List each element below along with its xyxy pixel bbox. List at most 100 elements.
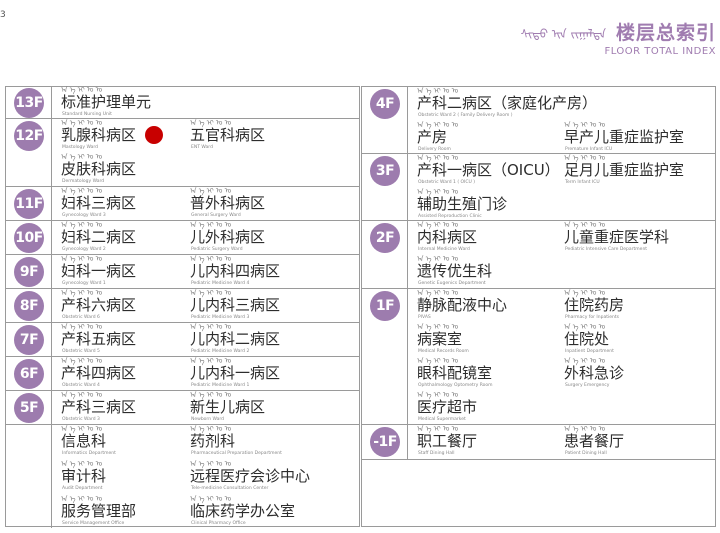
dept-name-en: Pediatric Intensive Care Department: [565, 247, 648, 252]
dept-name-en: Gynecology Ward 2: [62, 247, 106, 252]
dept-name-en: Genetic Eugenics Department: [418, 281, 486, 286]
floor-badge-cell: -1F: [362, 425, 408, 459]
corner-mark: 3: [0, 10, 6, 20]
dept-name: 五官科病区: [190, 126, 266, 144]
dept-name: 产科二病区（家庭化产房）: [417, 94, 598, 112]
floor-badge: -1F: [370, 427, 400, 457]
dept-name-en: ENT Ward: [191, 145, 213, 150]
dept-name-en: Service Management Office: [62, 521, 125, 526]
dept-name: 患者餐厅: [564, 432, 625, 450]
floor-badge-cell: 12F: [6, 119, 52, 186]
dept-name: 儿外科病区: [190, 228, 266, 246]
floor-badge-cell: 10F: [6, 221, 52, 254]
dept-name-en: Patient Dining Hall: [565, 451, 607, 456]
floor-badge: 1F: [370, 291, 400, 321]
dept-name-en: Delivery Room: [418, 147, 451, 152]
dept-name-en: Pharmacy for Inpatients: [565, 315, 619, 320]
dept-name-en: Mastology Ward: [62, 145, 99, 150]
floor-row: 2F ᠠ ᠡ ᠢ ᠣ ᠤ 内科病区 Internal Medicine Ward…: [362, 221, 715, 289]
dept-name-en: Premature Infant ICU: [565, 147, 613, 152]
floor-badge-cell: 4F: [362, 87, 408, 153]
floor-badge-cell: 1F: [362, 289, 408, 424]
dept-name-en: Medical Supermarket: [418, 417, 466, 422]
dept-name-en: Internal Medicine Ward: [418, 247, 470, 252]
dept-name: 审计科: [61, 467, 107, 485]
floor-row: 12F ᠠ ᠡ ᠢ ᠣ ᠤ 乳腺科病区 Mastology Ward ᠠ ᠡ ᠢ…: [6, 119, 359, 187]
dept-name: 妇科二病区: [61, 228, 137, 246]
dept-name: 静脉配液中心: [417, 296, 508, 314]
floor-badge: 4F: [370, 89, 400, 119]
floor-badge-cell: 8F: [6, 289, 52, 322]
floor-badge-cell: 7F: [6, 323, 52, 356]
dept-name-en: Pediatric Medicine Ward 3: [191, 315, 250, 320]
floor-row: 6F ᠠ ᠡ ᠢ ᠣ ᠤ 产科四病区 Obstetric Ward 4 ᠠ ᠡ …: [6, 357, 359, 391]
dept-name-en: Inpatient Department: [565, 349, 614, 354]
floor-badge-cell: 5F: [6, 391, 52, 424]
dept-name: 儿内科四病区: [190, 262, 281, 280]
floor-badge: 8F: [14, 290, 44, 321]
dept-name-en: Assisted Reproduction Clinic: [418, 214, 482, 219]
floor-row: -1F ᠠ ᠡ ᠢ ᠣ ᠤ 职工餐厅 Staff Dining Hall ᠠ ᠡ…: [362, 425, 715, 460]
floor-row: 8F ᠠ ᠡ ᠢ ᠣ ᠤ 产科六病区 Obstetric Ward 6 ᠠ ᠡ …: [6, 289, 359, 323]
floor-badge-cell: 3F: [362, 154, 408, 220]
floor-badge-cell: 9F: [6, 255, 52, 288]
page-subtitle: FLOOR TOTAL INDEX: [604, 46, 716, 57]
floor-badge: 12F: [14, 121, 44, 151]
dept-name: 眼科配镜室: [417, 364, 493, 382]
floor-badge: 11F: [14, 188, 44, 219]
floor-row: 4F ᠠ ᠡ ᠢ ᠣ ᠤ 产科二病区（家庭化产房） Obstetric Ward…: [362, 87, 715, 154]
dept-name-en: Surgery Emergency: [565, 383, 610, 388]
dept-name: 皮肤科病区: [61, 160, 137, 178]
dept-name-en: PIVAS: [418, 315, 431, 320]
floor-row: 9F ᠠ ᠡ ᠢ ᠣ ᠤ 妇科一病区 Gynecology Ward 1 ᠠ ᠡ…: [6, 255, 359, 289]
dept-name-en: Medical Records Room: [418, 349, 469, 354]
dept-name: 职工餐厅: [417, 432, 478, 450]
floor-row: 11F ᠠ ᠡ ᠢ ᠣ ᠤ 妇科三病区 Gynecology Ward 3 ᠠ …: [6, 187, 359, 221]
dept-name-en: Obstetric Ward 2 ( Family Delivery Room …: [418, 113, 513, 118]
dept-name-en: Pediatric Surgery Ward: [191, 247, 243, 252]
dept-name: 产科五病区: [61, 330, 137, 348]
dept-name: 外科急诊: [564, 364, 625, 382]
dept-name: 药剂科: [190, 432, 236, 450]
dept-name-en: Informatics Department: [62, 451, 116, 456]
dept-name: 足月儿重症监护室: [564, 161, 685, 179]
dept-name-en: Obstetric Ward 6: [62, 315, 100, 320]
floor-row: 1F ᠠ ᠡ ᠢ ᠣ ᠤ 静脉配液中心 PIVAS ᠠ ᠡ ᠢ ᠣ ᠤ 住院药房…: [362, 289, 715, 425]
floor-badge: 13F: [14, 87, 44, 118]
floor-row: 5F ᠠ ᠡ ᠢ ᠣ ᠤ 产科三病区 Obstetric Ward 3 ᠠ ᠡ …: [6, 391, 359, 425]
dept-name: 内科病区: [417, 228, 478, 246]
dept-name: 服务管理部: [61, 502, 137, 520]
dept-name-en: Audit Department: [62, 486, 103, 491]
dept-name: 临床药学办公室: [190, 502, 296, 520]
floor-badge: 2F: [370, 223, 400, 253]
dept-name: 病案室: [417, 330, 463, 348]
dept-name-en: Dermatology Ward: [62, 179, 105, 184]
dept-name: 住院药房: [564, 296, 625, 314]
dept-name-en: Newborn Ward: [191, 417, 225, 422]
dept-name-en: Ophthalmology Optometry Room: [418, 383, 493, 388]
dept-name: 产科一病区（OICU）: [417, 161, 560, 179]
page-title: 楼层总索引: [615, 22, 716, 44]
floor-badge-cell: 6F: [6, 357, 52, 390]
dept-name-en: Staff Dining Hall: [418, 451, 455, 456]
dept-name: 标准护理单元: [61, 93, 152, 111]
floor-index-left: 13F ᠠ ᠡ ᠢ ᠣ ᠤ 标准护理单元 Standard Nursing Un…: [5, 86, 360, 528]
dept-name-en: Term Infant ICU: [565, 180, 600, 185]
dept-name-en: Obstetric Ward 1 ( OICU ): [418, 180, 475, 185]
header: ᠰᠢᠲᠦ ᠢᠨ ᠵᠢᠭᠠᠯᠲᠠ 楼层总索引 FLOOR TOTAL INDEX: [520, 18, 716, 57]
dept-name: 早产儿重症监护室: [564, 128, 685, 146]
floor-badge-cell: 2F: [362, 221, 408, 288]
dept-name: 妇科三病区: [61, 194, 137, 212]
dept-name: 辅助生殖门诊: [417, 195, 508, 213]
dept-name: 产科三病区: [61, 398, 137, 416]
dept-name: 产科六病区: [61, 296, 137, 314]
dept-name-en: Gynecology Ward 1: [62, 281, 106, 286]
floor-badge: 10F: [14, 222, 44, 253]
dept-name: 信息科: [61, 432, 107, 450]
dept-name: 儿内科三病区: [190, 296, 281, 314]
dept-name: 产房: [417, 128, 448, 146]
floor-row: ᠠ ᠡ ᠢ ᠣ ᠤ 信息科 Informatics Department ᠠ ᠡ…: [6, 425, 359, 528]
dept-name: 妇科一病区: [61, 262, 137, 280]
floor-badge-cell: 13F: [6, 87, 52, 118]
dept-name: 儿内科二病区: [190, 330, 281, 348]
